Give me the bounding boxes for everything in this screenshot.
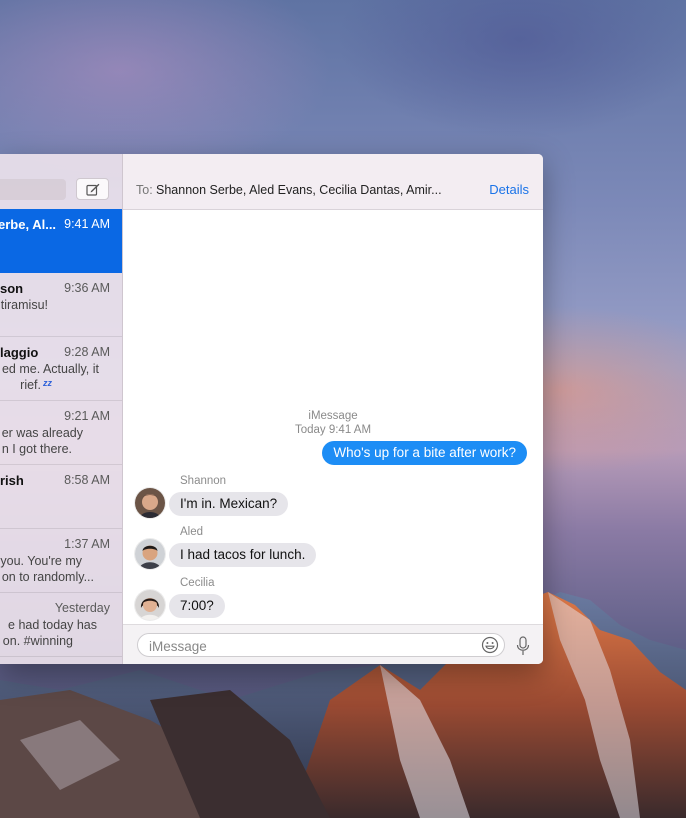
conversation-header: To: Shannon Serbe, Aled Evans, Cecilia D…	[123, 154, 543, 210]
conversation-pane: To: Shannon Serbe, Aled Evans, Cecilia D…	[123, 154, 543, 664]
outgoing-message-bubble[interactable]: Who's up for a bite after work?	[322, 441, 527, 465]
avatar[interactable]	[135, 590, 165, 620]
conversation-time: 8:58 AM	[64, 473, 110, 487]
conversation-preview: tiramisu!	[0, 298, 48, 312]
incoming-message-bubble[interactable]: 7:00?	[169, 594, 225, 618]
conversation-preview: rief. zz	[20, 378, 52, 392]
microphone-button[interactable]	[516, 636, 530, 656]
microphone-icon	[516, 636, 530, 655]
conversation-time: Yesterday	[54, 601, 110, 615]
recipients-field[interactable]: Shannon Serbe, Aled Evans, Cecilia Danta…	[156, 183, 446, 197]
conversation-name: rish	[0, 473, 24, 488]
conversation-item[interactable]: Yesterday e had today has on. #winning	[0, 593, 122, 657]
incoming-message-bubble[interactable]: I'm in. Mexican?	[169, 492, 289, 516]
conversation-item[interactable]: 9:21 AM er was already n I got there.	[0, 401, 122, 465]
conversation-preview: e had today has	[8, 618, 97, 632]
conversation-name: erbe, Al...	[0, 217, 57, 232]
conversation-name: son	[0, 281, 24, 296]
conversation-item[interactable]: laggio 9:28 AM ed me. Actually, it rief.…	[0, 337, 122, 401]
sender-name: Aled	[180, 526, 204, 538]
conversation-preview: you. You're my	[0, 554, 82, 568]
to-label: To:	[136, 183, 153, 197]
sidebar-toolbar	[0, 154, 122, 209]
avatar[interactable]	[135, 539, 165, 569]
message-input[interactable]	[147, 636, 471, 656]
conversation-sidebar: erbe, Al... 9:41 AM son 9:36 AM tiramisu…	[0, 154, 123, 664]
thread-timestamp: Today 9:41 AM	[294, 424, 372, 436]
avatar-cecilia	[135, 590, 165, 620]
conversation-preview: on to randomly...	[1, 570, 94, 584]
emoji-button[interactable]	[481, 636, 499, 654]
conversation-name: laggio	[0, 345, 39, 360]
conversation-preview: ed me. Actually, it	[1, 362, 99, 376]
emoji-icon	[481, 636, 499, 654]
compose-icon	[85, 183, 99, 196]
conversation-time: 9:41 AM	[64, 217, 110, 231]
avatar-aled	[135, 539, 165, 569]
conversation-time: 1:37 AM	[64, 537, 110, 551]
search-field[interactable]	[0, 179, 66, 200]
sender-name: Shannon	[180, 475, 227, 487]
messages-window: erbe, Al... 9:41 AM son 9:36 AM tiramisu…	[0, 154, 543, 664]
avatar-shannon	[135, 488, 165, 518]
incoming-message-bubble[interactable]: I had tacos for lunch.	[169, 543, 317, 567]
conversation-item[interactable]: 1:37 AM you. You're my on to randomly...	[0, 529, 122, 593]
conversation-preview: n I got there.	[1, 442, 72, 456]
conversation-item[interactable]: rish 8:58 AM	[0, 465, 122, 529]
message-composer	[123, 624, 543, 664]
conversation-item[interactable]: erbe, Al... 9:41 AM	[0, 209, 122, 273]
conversation-time: 9:21 AM	[64, 409, 110, 423]
conversation-item[interactable]: son 9:36 AM tiramisu!	[0, 273, 122, 337]
service-label: iMessage	[308, 410, 358, 422]
message-input-container	[137, 633, 505, 657]
details-button[interactable]: Details	[489, 182, 529, 197]
conversation-preview: on. #winning	[2, 634, 73, 648]
compose-button[interactable]	[76, 178, 109, 200]
avatar[interactable]	[135, 488, 165, 518]
zz-icon: zz	[43, 378, 52, 388]
sender-name: Cecilia	[180, 577, 215, 589]
conversation-time: 9:28 AM	[64, 345, 110, 359]
conversation-time: 9:36 AM	[64, 281, 110, 295]
conversation-preview: er was already	[1, 426, 83, 440]
